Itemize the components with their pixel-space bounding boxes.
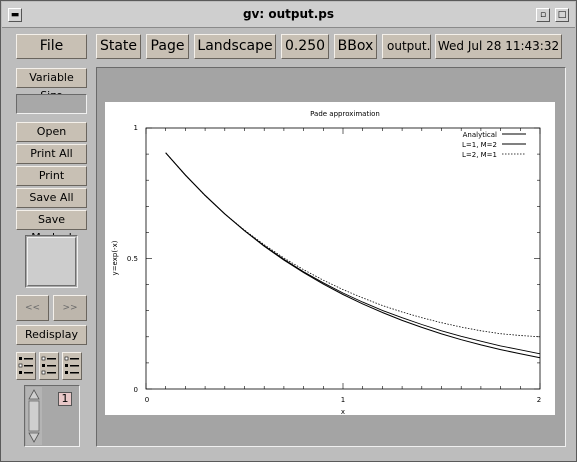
plot-frame [145, 127, 541, 390]
axis-ticks [145, 127, 541, 390]
odd-pages-icon [18, 357, 33, 374]
next-page-button[interactable]: >> [53, 295, 87, 321]
x-axis-label: x [341, 408, 345, 415]
window-title: gv: output.ps [242, 7, 335, 21]
even-pages-icon [41, 356, 56, 375]
series-line-2 [165, 152, 541, 338]
page-info-field [16, 94, 87, 114]
page-button[interactable]: Page [146, 34, 189, 59]
open-button[interactable]: Open [16, 122, 87, 142]
current-page-icon [64, 356, 79, 374]
print-all-button[interactable]: Print All [16, 144, 87, 164]
state-button[interactable]: State [96, 34, 141, 59]
chart-title: Pade approximation [310, 110, 380, 118]
save-all-button[interactable]: Save All [16, 188, 87, 208]
legend: Analytical L=1, M=2 L=2, M=1 [462, 131, 526, 159]
title-bar[interactable]: ▬ gv: output.ps ▫ □ [2, 2, 575, 28]
next-page-icon: >> [62, 303, 78, 313]
bbox-button[interactable]: BBox [334, 34, 377, 59]
prev-page-icon: << [24, 303, 41, 313]
maximize-icon: □ [557, 10, 567, 20]
pade-chart: Pade approximation 0 1 2 0 0.5 1 x y=exp… [111, 110, 541, 416]
prev-page-button[interactable]: << [16, 295, 49, 321]
x-tick-label-1: 1 [341, 396, 345, 404]
filename-button[interactable]: output.ps [382, 34, 431, 59]
panner-slider[interactable] [27, 237, 76, 286]
mark-even-pages-button[interactable] [39, 352, 59, 380]
print-marked-button[interactable]: Print Marked [16, 166, 87, 200]
date-button[interactable]: Wed Jul 28 11:43:32 [435, 34, 562, 59]
document-page: Pade approximation 0 1 2 0 0.5 1 x y=exp… [105, 102, 555, 416]
legend-label-l2m1: L=2, M=1 [462, 151, 497, 159]
gv-window: ▬ gv: output.ps ▫ □ File State Page Land… [0, 0, 577, 462]
scroll-arrows-icon [28, 389, 40, 443]
panner-area[interactable] [25, 235, 78, 288]
page-list-scrollbar[interactable] [26, 387, 42, 445]
series-layer [165, 152, 541, 359]
minimize-icon: ▫ [539, 10, 547, 20]
legend-label-l1m2: L=1, M=2 [462, 141, 497, 149]
page-number-item[interactable]: 1 [58, 392, 72, 406]
variable-size-button[interactable]: Variable Size [16, 68, 87, 102]
mark-odd-pages-button[interactable] [16, 352, 36, 380]
legend-label-analytical: Analytical [463, 131, 497, 139]
y-tick-label-2: 1 [134, 124, 138, 132]
y-tick-label-0: 0 [134, 386, 138, 394]
minimize-button[interactable]: ▫ [536, 8, 550, 22]
series-line-0 [165, 152, 541, 355]
x-tick-label-0: 0 [145, 396, 149, 404]
orientation-button[interactable]: Landscape [194, 34, 276, 59]
save-marked-button[interactable]: Save Marked [16, 210, 87, 244]
maximize-button[interactable]: □ [555, 8, 569, 22]
page-list-frame: 1 [24, 385, 80, 447]
redisplay-button[interactable]: Redisplay [16, 325, 87, 345]
mark-current-page-button[interactable] [62, 352, 82, 380]
series-line-1 [165, 152, 541, 359]
document-viewport[interactable]: Pade approximation 0 1 2 0 0.5 1 x y=exp… [96, 67, 566, 447]
y-tick-label-1: 0.5 [127, 255, 138, 263]
x-tick-label-2: 2 [537, 396, 541, 404]
file-button[interactable]: File [16, 34, 87, 59]
zoom-button[interactable]: 0.250 [281, 34, 329, 59]
y-axis-label: y=exp(-x) [111, 240, 119, 275]
